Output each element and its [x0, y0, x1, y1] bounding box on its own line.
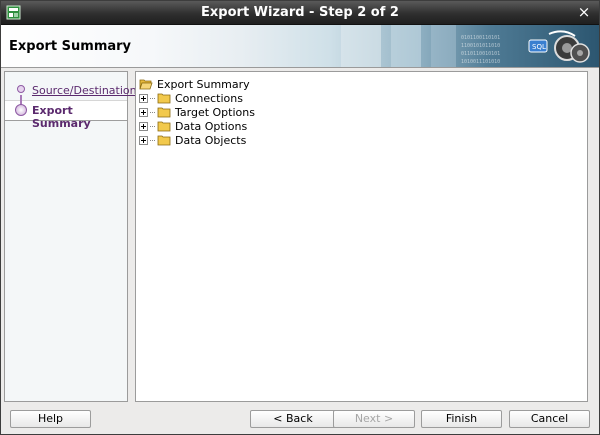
tree-item-data-objects[interactable]: Data Objects	[139, 133, 246, 147]
svg-text:0110110010101: 0110110010101	[461, 51, 500, 57]
tree-item-target-options[interactable]: Target Options	[139, 105, 255, 119]
svg-text:1100101011010: 1100101011010	[461, 43, 500, 49]
tree-root-label: Export Summary	[157, 77, 250, 91]
help-button[interactable]: Help	[10, 410, 91, 428]
step-source-destination-link[interactable]: Source/Destination	[32, 84, 137, 97]
expand-icon[interactable]	[139, 135, 148, 145]
svg-text:1010011101010: 1010011101010	[461, 59, 500, 65]
svg-text:SQL: SQL	[532, 43, 546, 51]
folder-icon	[157, 121, 171, 132]
open-folder-icon	[139, 79, 153, 90]
finish-button[interactable]: Finish	[421, 410, 502, 428]
close-icon[interactable]: ×	[576, 4, 592, 20]
export-logo-icon: SQL	[528, 30, 590, 63]
tree-connector	[150, 111, 155, 113]
tree-connector	[150, 97, 155, 99]
summary-tree[interactable]: Export Summary Connections Target Option…	[135, 71, 588, 402]
cancel-button[interactable]: Cancel	[509, 410, 590, 428]
svg-text:0101100110101: 0101100110101	[461, 35, 500, 41]
expand-icon[interactable]	[139, 107, 148, 117]
step-indicator-icon	[17, 85, 25, 93]
step-export-summary-label: Export Summary	[32, 104, 91, 130]
tree-item-label: Data Objects	[175, 133, 247, 147]
folder-icon	[157, 107, 171, 118]
tree-item-label: Connections	[175, 91, 243, 105]
export-wizard-window: Export Wizard - Step 2 of 2 × 0101100110…	[0, 0, 600, 435]
expand-icon[interactable]	[139, 93, 148, 103]
tree-connector	[150, 125, 155, 127]
page-title: Export Summary	[9, 39, 132, 54]
tree-item-label: Target Options	[175, 105, 255, 119]
tree-item-data-options[interactable]: Data Options	[139, 119, 247, 133]
tree-item-connections[interactable]: Connections	[139, 91, 243, 105]
current-step-indicator-icon	[15, 104, 27, 116]
folder-icon	[157, 135, 171, 146]
window-title: Export Wizard - Step 2 of 2	[201, 5, 399, 20]
tree-root[interactable]: Export Summary	[139, 77, 250, 91]
steps-panel: Source/Destination Export Summary	[4, 71, 137, 402]
expand-icon[interactable]	[139, 121, 148, 131]
tree-item-label: Data Options	[175, 119, 248, 133]
back-button[interactable]: < Back	[250, 410, 336, 428]
folder-icon	[157, 93, 171, 104]
title-bar[interactable]: Export Wizard - Step 2 of 2 ×	[1, 1, 599, 25]
wizard-header: 0101100110101 1100101011010 011011001010…	[1, 25, 599, 68]
next-button[interactable]: Next >	[333, 410, 415, 428]
tree-connector	[150, 139, 155, 141]
